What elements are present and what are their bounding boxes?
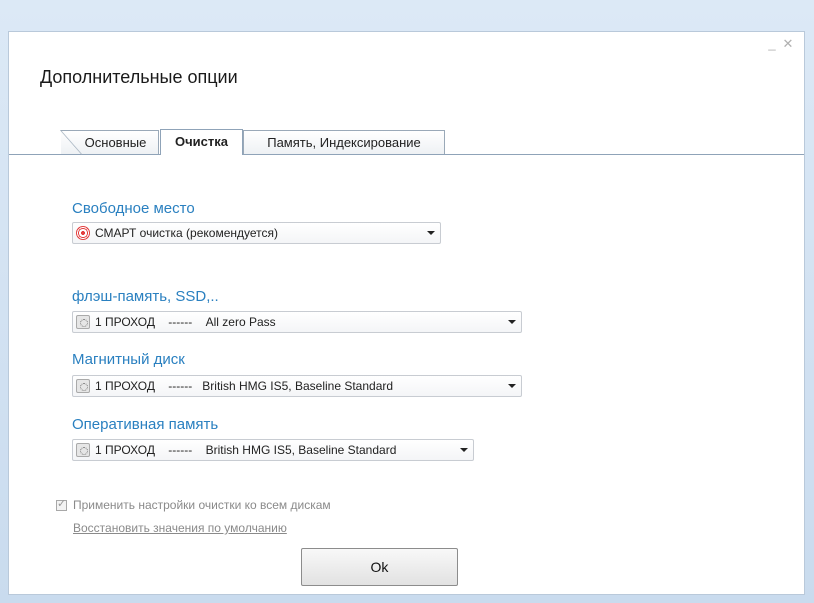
chevron-down-icon: [460, 448, 468, 452]
chevron-down-icon: [508, 384, 516, 388]
flash-value: 1 ПРОХОД ------ All zero Pass: [95, 315, 276, 329]
minimize-button[interactable]: _: [766, 37, 778, 50]
tab-memory-indexing[interactable]: Память, Индексирование: [243, 130, 445, 154]
restore-defaults-link[interactable]: Восстановить значения по умолчанию: [73, 521, 287, 535]
magnetic-value: 1 ПРОХОД ------ British HMG IS5, Baselin…: [95, 379, 394, 393]
chevron-down-icon: [427, 231, 435, 235]
magnetic-label: Магнитный диск: [72, 351, 185, 368]
magnetic-select[interactable]: 1 ПРОХОД ------ British HMG IS5, Baselin…: [72, 375, 522, 397]
window-controls: _ ✕: [766, 37, 794, 50]
ram-label: Оперативная память: [72, 416, 219, 433]
close-button[interactable]: ✕: [782, 37, 794, 50]
tab-cleanup[interactable]: Очистка: [160, 129, 243, 155]
gear-icon: [76, 315, 90, 329]
dialog-title: Дополнительные опции: [40, 67, 238, 87]
tabstrip-divider: [9, 154, 804, 155]
tab-basic[interactable]: Основные: [60, 130, 159, 155]
gear-icon: [76, 379, 90, 393]
free-space-select[interactable]: СМАРТ очистка (рекомендуется): [72, 222, 441, 244]
flash-select[interactable]: 1 ПРОХОД ------ All zero Pass: [72, 311, 522, 333]
apply-all-checkbox[interactable]: [56, 497, 67, 511]
free-space-value: СМАРТ очистка (рекомендуется): [95, 226, 278, 240]
tab-memory-indexing-label: Память, Индексирование: [267, 135, 421, 150]
dialog-client-area: _ ✕ Дополнительные опции Основные Очистк…: [8, 31, 805, 595]
tab-basic-label: Основные: [84, 135, 147, 150]
target-icon: [76, 226, 90, 240]
flash-label: флэш-память, SSD,..: [72, 288, 219, 305]
ok-button[interactable]: Ok: [301, 548, 458, 586]
free-space-label: Свободное место: [72, 200, 195, 217]
apply-all-row[interactable]: Применить настройки очистки ко всем диск…: [56, 497, 331, 512]
apply-all-label: Применить настройки очистки ко всем диск…: [73, 498, 331, 512]
ram-value: 1 ПРОХОД ------ British HMG IS5, Baselin…: [95, 443, 397, 457]
ram-select[interactable]: 1 ПРОХОД ------ British HMG IS5, Baselin…: [72, 439, 474, 461]
tab-cleanup-label: Очистка: [175, 134, 228, 149]
gear-icon: [76, 443, 90, 457]
chevron-down-icon: [508, 320, 516, 324]
